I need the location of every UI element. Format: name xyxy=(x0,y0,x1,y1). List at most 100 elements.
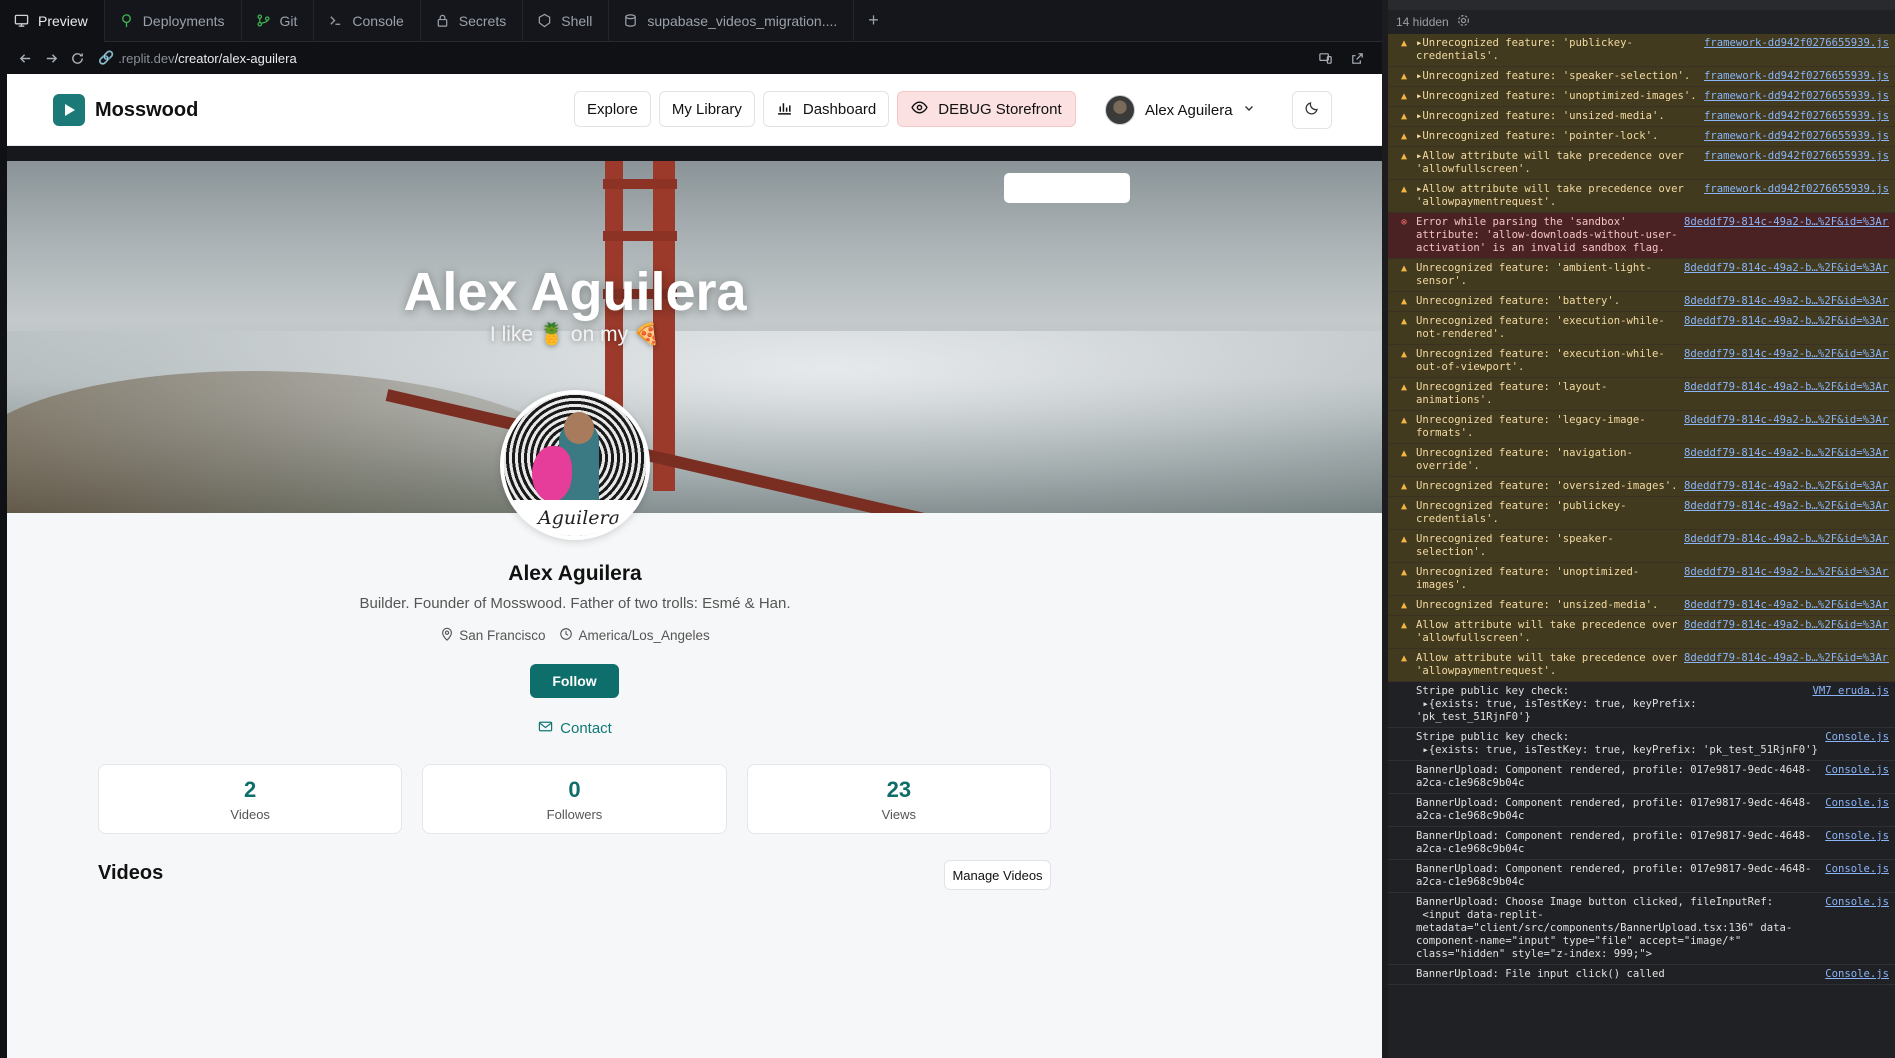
console-message-list: ▲ ▸Unrecognized feature: 'publickey-crede… xyxy=(1388,34,1895,985)
console-source-link[interactable]: 8deddf79-814c-49a2-b…%2F&id=%3Aras%3A xyxy=(1684,599,1889,612)
console-source-link[interactable]: 8deddf79-814c-49a2-b…%2F&id=%3Aras%3A xyxy=(1684,533,1889,546)
console-message[interactable]: ▲ Unrecognized feature: 'unsized-media'. 8… xyxy=(1388,596,1895,616)
bridge-beam xyxy=(603,179,677,189)
follow-button[interactable]: Follow xyxy=(530,664,619,698)
console-message[interactable]: BannerUpload: Component rendered, profil… xyxy=(1388,827,1895,860)
tab-shell[interactable]: Shell xyxy=(523,0,610,42)
tab-deployments[interactable]: Deployments xyxy=(105,0,242,42)
new-tab-button[interactable]: + xyxy=(854,0,893,42)
console-source-link[interactable]: 8deddf79-814c-49a2-b…%2F&id=%3Aras%3A xyxy=(1684,381,1889,394)
console-source-link[interactable]: 8deddf79-814c-49a2-b…%2F&id=%3Aras%3A xyxy=(1684,216,1889,229)
console-message[interactable]: ▲ Unrecognized feature: 'speaker-selectio… xyxy=(1388,530,1895,563)
play-logo-icon xyxy=(53,94,85,126)
console-message[interactable]: ▲ ▸Unrecognized feature: 'unsized-media'.… xyxy=(1388,107,1895,127)
console-source-link[interactable]: 8deddf79-814c-49a2-b…%2F&id=%3Aras%3A xyxy=(1684,414,1889,427)
console-message[interactable]: Stripe public key check: ▸{exists: true,… xyxy=(1388,728,1895,761)
preview-url-field[interactable]: 🔗 .replit.dev/creator/alex-aguilera xyxy=(98,50,297,66)
console-message[interactable]: ▲ Unrecognized feature: 'execution-while-… xyxy=(1388,345,1895,378)
console-source-link[interactable]: 8deddf79-814c-49a2-b…%2F&id=%3Aras%3A xyxy=(1684,348,1889,361)
console-message[interactable]: BannerUpload: Component rendered, profil… xyxy=(1388,860,1895,893)
console-source-link[interactable]: 8deddf79-814c-49a2-b…%2F&id=%3Aras%3A xyxy=(1684,447,1889,460)
console-message[interactable]: ▲ Unrecognized feature: 'layout-animation… xyxy=(1388,378,1895,411)
profile-avatar[interactable]: Aguilera xyxy=(500,390,650,540)
console-source-link[interactable]: 8deddf79-814c-49a2-b…%2F&id=%3Aras%3A xyxy=(1684,480,1889,493)
console-message[interactable]: ▲ Allow attribute will take precedence ov… xyxy=(1388,616,1895,649)
brand[interactable]: Mosswood xyxy=(53,94,198,126)
console-source-link[interactable]: framework-dd942f0276655939.js xyxy=(1704,150,1889,163)
open-external-icon[interactable] xyxy=(1344,45,1370,71)
console-source-link[interactable]: Console.js xyxy=(1825,764,1889,777)
console-source-link[interactable]: 8deddf79-814c-49a2-b…%2F&id=%3Aras%3A xyxy=(1684,315,1889,328)
console-source-link[interactable]: framework-dd942f0276655939.js xyxy=(1704,70,1889,83)
dashboard-button[interactable]: Dashboard xyxy=(762,91,890,127)
tab-console[interactable]: Console xyxy=(314,0,421,42)
console-message-text: Unrecognized feature: 'battery'. xyxy=(1416,295,1621,307)
my-library-button[interactable]: My Library xyxy=(658,91,755,127)
console-message[interactable]: ▲ ▸Allow attribute will take precedence o… xyxy=(1388,147,1895,180)
console-source-link[interactable]: framework-dd942f0276655939.js xyxy=(1704,110,1889,123)
console-message[interactable]: ▲ Unrecognized feature: 'navigation-overr… xyxy=(1388,444,1895,477)
tab-migration-file[interactable]: supabase_videos_migration.... xyxy=(609,0,855,42)
console-source-link[interactable]: 8deddf79-814c-49a2-b…%2F&id=%3Aras%3A xyxy=(1684,566,1889,579)
console-message[interactable]: ▲ Unrecognized feature: 'ambient-light-se… xyxy=(1388,259,1895,292)
console-message[interactable]: ▲ ▸Unrecognized feature: 'pointer-lock'. f… xyxy=(1388,127,1895,147)
console-message[interactable]: BannerUpload: Component rendered, profil… xyxy=(1388,794,1895,827)
console-source-link[interactable]: Console.js xyxy=(1825,830,1889,843)
manage-videos-button[interactable]: Manage Videos xyxy=(944,860,1051,890)
console-message[interactable]: ⊗ Error while parsing the 'sandbox' attri… xyxy=(1388,213,1895,259)
forward-arrow-icon[interactable] xyxy=(38,45,64,71)
console-message-text: Unrecognized feature: 'navigation-overri… xyxy=(1416,447,1633,472)
console-message-text: ▸Allow attribute will take precedence ov… xyxy=(1416,150,1691,175)
console-message[interactable]: BannerUpload: Choose Image button clicke… xyxy=(1388,893,1895,965)
tab-preview[interactable]: Preview xyxy=(0,0,105,42)
url-path: /creator/alex-aguilera xyxy=(174,50,297,66)
warning-icon: ▲ xyxy=(1400,653,1408,664)
console-message[interactable]: ▲ Unrecognized feature: 'unoptimized-imag… xyxy=(1388,563,1895,596)
console-source-link[interactable]: 8deddf79-814c-49a2-b…%2F&id=%3Aras%3A xyxy=(1684,262,1889,275)
warning-icon: ▲ xyxy=(1400,184,1408,195)
console-source-link[interactable]: framework-dd942f0276655939.js xyxy=(1704,37,1889,50)
console-source-link[interactable]: Console.js xyxy=(1825,863,1889,876)
console-message[interactable]: ▲ Unrecognized feature: 'legacy-image-for… xyxy=(1388,411,1895,444)
console-source-link[interactable]: Console.js xyxy=(1825,797,1889,810)
console-message[interactable]: ▲ ▸Allow attribute will take precedence o… xyxy=(1388,180,1895,213)
console-message[interactable]: ▲ Unrecognized feature: 'oversized-images… xyxy=(1388,477,1895,497)
console-source-link[interactable]: Console.js xyxy=(1825,731,1889,744)
warning-icon: ▲ xyxy=(1400,111,1408,122)
console-message[interactable]: ▲ ▸Unrecognized feature: 'speaker-selecti… xyxy=(1388,67,1895,87)
devices-icon[interactable] xyxy=(1312,45,1338,71)
debug-storefront-button[interactable]: DEBUG Storefront xyxy=(897,91,1076,127)
explore-button[interactable]: Explore xyxy=(574,91,651,127)
console-source-link[interactable]: VM7 eruda.js xyxy=(1812,685,1889,698)
console-source-link[interactable]: 8deddf79-814c-49a2-b…%2F&id=%3Aras%3A xyxy=(1684,500,1889,513)
warning-icon: ▲ xyxy=(1400,349,1408,360)
console-message[interactable]: ▲ ▸Unrecognized feature: 'publickey-crede… xyxy=(1388,34,1895,67)
theme-toggle-button[interactable] xyxy=(1292,91,1332,129)
console-source-link[interactable]: Console.js xyxy=(1825,968,1889,981)
console-message[interactable]: ▲ ▸Unrecognized feature: 'unoptimized-ima… xyxy=(1388,87,1895,107)
console-source-link[interactable]: framework-dd942f0276655939.js xyxy=(1704,90,1889,103)
console-source-link[interactable]: Console.js xyxy=(1825,896,1889,909)
console-source-link[interactable]: 8deddf79-814c-49a2-b…%2F&id=%3Aras%3A xyxy=(1684,295,1889,308)
mail-icon xyxy=(538,719,553,738)
reload-icon[interactable] xyxy=(64,45,90,71)
console-source-link[interactable]: 8deddf79-814c-49a2-b…%2F&id=%3Aras%3A xyxy=(1684,619,1889,632)
console-message[interactable]: ▲ Unrecognized feature: 'publickey-creden… xyxy=(1388,497,1895,530)
console-message[interactable]: ▲ Unrecognized feature: 'execution-while-… xyxy=(1388,312,1895,345)
console-message[interactable]: Stripe public key check: ▸{exists: true,… xyxy=(1388,682,1895,728)
tab-secrets[interactable]: Secrets xyxy=(421,0,524,42)
tab-git[interactable]: Git xyxy=(242,0,315,42)
console-message[interactable]: ▲ Allow attribute will take precedence ov… xyxy=(1388,649,1895,682)
console-message[interactable]: ▲ Unrecognized feature: 'battery'. 8deddf7… xyxy=(1388,292,1895,312)
console-source-link[interactable]: framework-dd942f0276655939.js xyxy=(1704,183,1889,196)
banner-upload-button[interactable] xyxy=(1004,173,1130,203)
gear-icon[interactable] xyxy=(1457,14,1470,30)
console-source-link[interactable]: 8deddf79-814c-49a2-b…%2F&id=%3Aras%3A xyxy=(1684,652,1889,665)
console-message[interactable]: BannerUpload: File input click() called C… xyxy=(1388,965,1895,985)
contact-link[interactable]: Contact xyxy=(7,719,1143,738)
user-menu[interactable]: Alex Aguilera xyxy=(1105,92,1255,128)
profile-meta: San Francisco America/Los_Angeles xyxy=(7,627,1143,644)
console-source-link[interactable]: framework-dd942f0276655939.js xyxy=(1704,130,1889,143)
back-arrow-icon[interactable] xyxy=(12,45,38,71)
console-message[interactable]: BannerUpload: Component rendered, profil… xyxy=(1388,761,1895,794)
